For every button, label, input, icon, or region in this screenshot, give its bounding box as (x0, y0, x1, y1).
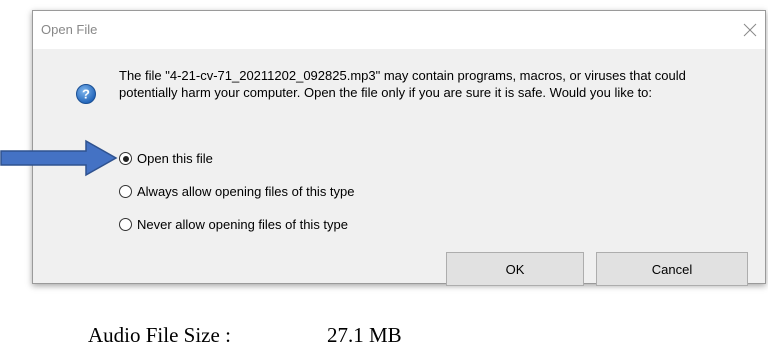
close-button[interactable] (735, 11, 765, 49)
question-shield-icon: ? (76, 84, 96, 104)
option-never-allow[interactable]: Never allow opening files of this type (119, 217, 348, 232)
audio-file-size-label: Audio File Size : (88, 323, 231, 346)
open-file-dialog: Open File ? The file "4-21-cv-71_2021120… (32, 10, 766, 286)
radio-open-this-file[interactable] (119, 152, 132, 165)
warning-message: The file "4-21-cv-71_20211202_092825.mp3… (119, 68, 686, 100)
svg-text:?: ? (82, 87, 90, 102)
radio-never-allow[interactable] (119, 218, 132, 231)
option-always-allow[interactable]: Always allow opening files of this type (119, 184, 355, 199)
right-arrow-icon (0, 139, 118, 177)
option-label: Never allow opening files of this type (137, 217, 349, 232)
dialog-titlebar: Open File (33, 11, 765, 49)
close-icon (743, 23, 757, 37)
option-label: Open this file (137, 151, 213, 166)
cancel-button[interactable]: Cancel (596, 252, 748, 286)
option-label: Always allow opening files of this type (137, 184, 355, 199)
audio-file-size-value: 27.1 MB (327, 323, 402, 346)
dialog-title: Open File (41, 22, 98, 37)
option-open-this-file[interactable]: Open this file (119, 151, 213, 166)
ok-button[interactable]: OK (446, 252, 584, 286)
radio-always-allow[interactable] (119, 185, 132, 198)
